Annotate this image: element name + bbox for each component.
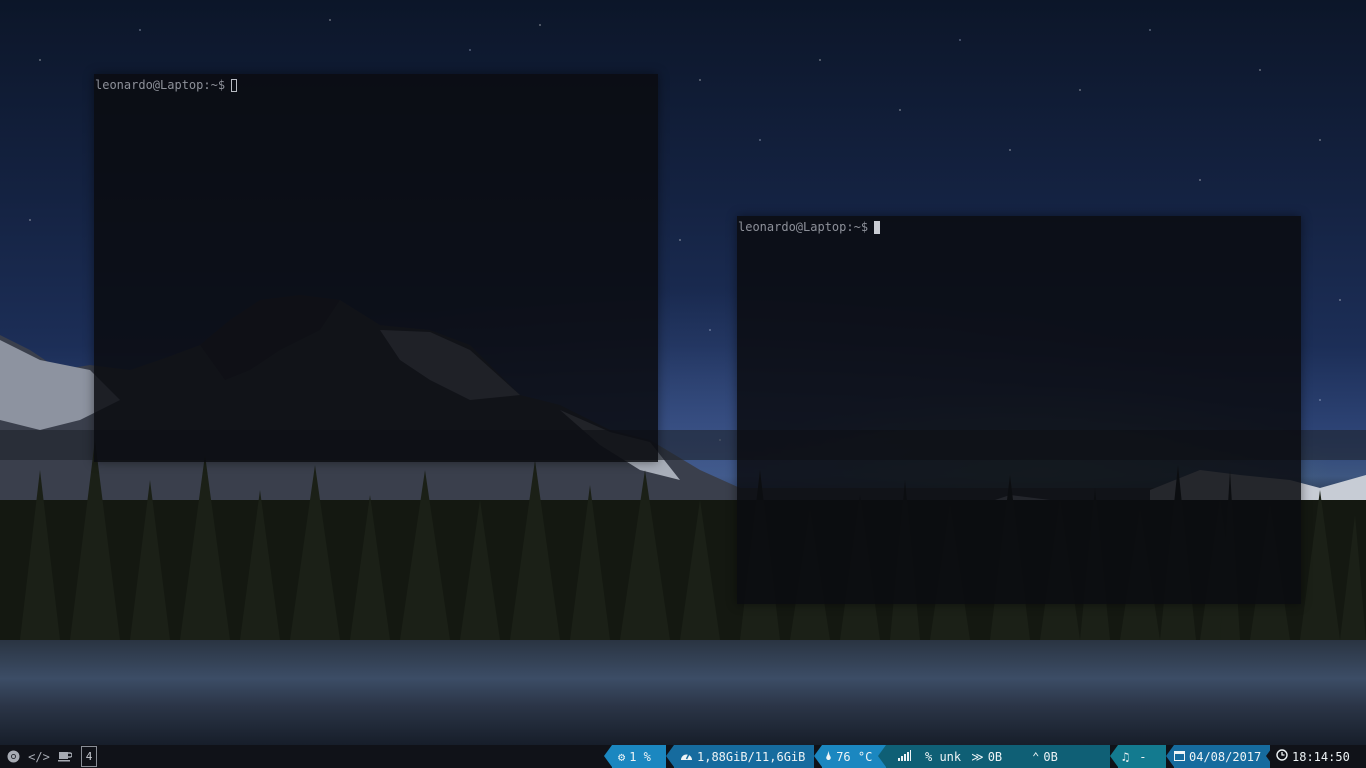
segment-separator [666, 745, 674, 767]
terminal-window-left[interactable]: leonardo@Laptop:~$ [94, 74, 658, 462]
bar-left-section: </> 4 [0, 745, 97, 768]
thermometer-icon: 🌢 [825, 749, 833, 763]
music-note-icon: ♫ [1122, 749, 1130, 764]
terminal-prompt: leonardo@Laptop:~$ [738, 219, 1300, 235]
time-value: 18:14:50 [1292, 749, 1350, 764]
segment-separator [1166, 745, 1174, 767]
download-rate: 0B [987, 749, 1003, 764]
text-cursor [874, 220, 881, 234]
upload-rate: 0B [1043, 749, 1058, 764]
segment-separator [604, 745, 612, 767]
prompt-text: leonardo@Laptop:~$ [95, 78, 226, 92]
date-value: 04/08/2017 [1189, 749, 1262, 764]
signal-icon [898, 749, 911, 764]
calendar-icon [1174, 750, 1185, 764]
segment-separator [814, 745, 822, 767]
date-widget: 04/08/2017 [1174, 745, 1270, 768]
lake-reflection [0, 640, 1366, 750]
now-playing: - [1139, 749, 1147, 764]
memory-usage: 1,88GiB/11,6GiB [697, 749, 806, 764]
chevron-down-icon: ≫ [971, 749, 984, 764]
memory-widget: 1,88GiB/11,6GiB [674, 745, 814, 768]
network-widget: % unk ≫ 0B ⌃ 0B [886, 745, 1110, 768]
segment-separator [878, 745, 886, 767]
terminal-prompt: leonardo@Laptop:~$ [95, 77, 657, 93]
status-bar: </> 4 ⚙ 1 % 1,88GiB/11,6GiB 🌢 76 °C % un… [0, 745, 1366, 768]
code-icon[interactable]: </> [26, 745, 52, 768]
segment-separator [1110, 745, 1118, 767]
temperature-value: 76 °C [836, 749, 873, 764]
clock-icon [1276, 749, 1288, 764]
chrome-icon[interactable] [0, 745, 26, 768]
coffee-icon[interactable] [52, 745, 78, 768]
wifi-status: % unk [925, 749, 962, 764]
text-cursor [231, 78, 238, 92]
temperature-widget: 🌢 76 °C [822, 745, 886, 768]
prompt-text: leonardo@Laptop:~$ [738, 220, 869, 234]
dashboard-icon [680, 750, 693, 764]
segment-separator [1266, 745, 1274, 767]
terminal-window-right[interactable]: leonardo@Laptop:~$ [737, 216, 1301, 604]
cpu-usage: 1 % [629, 749, 651, 764]
music-widget[interactable]: ♫ - [1118, 745, 1166, 768]
cpu-widget: ⚙ 1 % [612, 745, 666, 768]
workspace-indicator[interactable]: 4 [81, 746, 97, 767]
clock-widget: 18:14:50 [1274, 745, 1366, 768]
chevron-up-icon: ⌃ [1032, 749, 1040, 764]
gear-icon: ⚙ [618, 749, 626, 764]
